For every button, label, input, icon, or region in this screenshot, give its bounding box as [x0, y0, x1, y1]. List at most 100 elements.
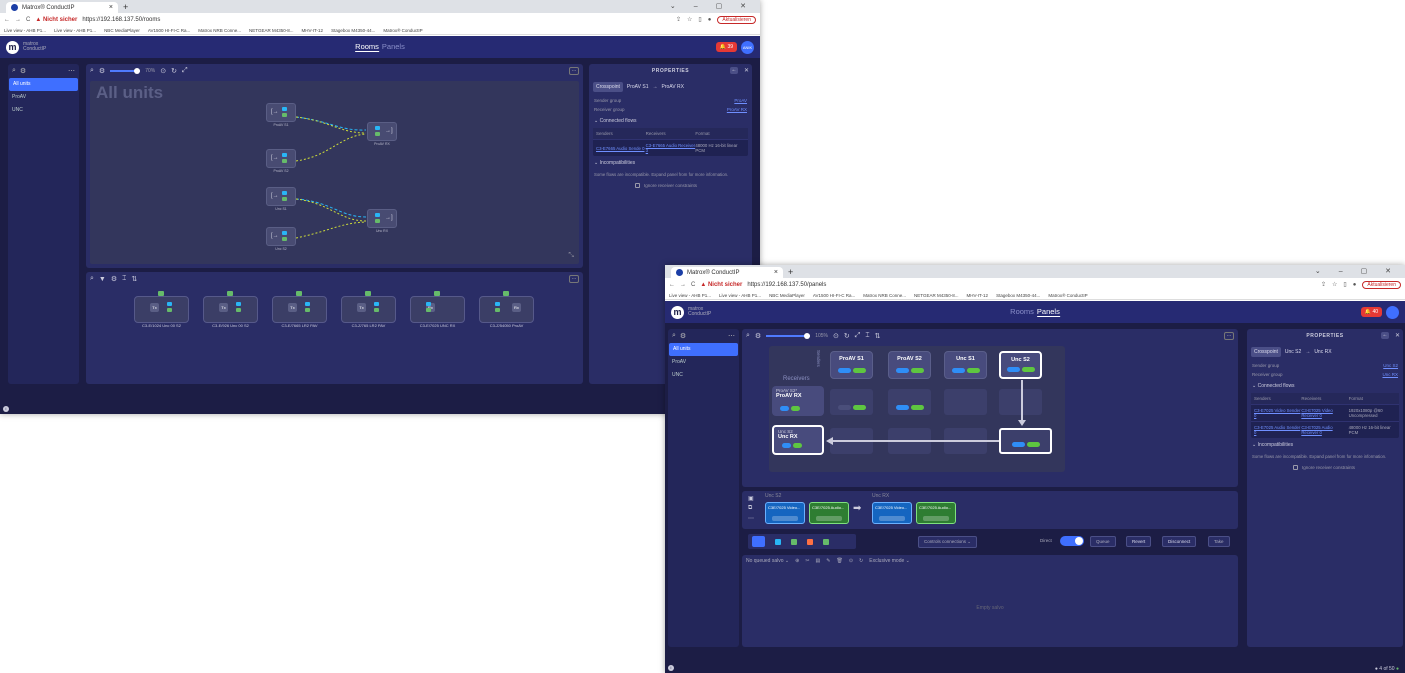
flow-audio-sender[interactable]: C3E/7025 Audio...: [809, 502, 849, 524]
bookmark-item[interactable]: NETGEAR M4350-8...: [249, 28, 294, 33]
take-button[interactable]: Take: [1208, 536, 1230, 547]
view-mode-toggle[interactable]: [748, 534, 856, 549]
back-icon[interactable]: ←: [1381, 332, 1389, 339]
receiver-group-link[interactable]: Unc RX: [1382, 372, 1398, 377]
sidebar-item-proav[interactable]: ProAV: [8, 91, 79, 104]
close-tab-icon[interactable]: ×: [774, 269, 778, 276]
queue-button[interactable]: Queue: [1090, 536, 1116, 547]
sidebar-item-all-units[interactable]: All units: [669, 343, 738, 356]
copy-icon[interactable]: ⧉: [748, 505, 752, 512]
incompatibilities-header[interactable]: ⌄ Incompatibilities: [589, 156, 752, 170]
star-icon[interactable]: ☆: [1332, 281, 1337, 288]
salvo-dropdown[interactable]: No queued salvo ⌄: [746, 558, 789, 564]
search-icon[interactable]: ⌕: [746, 332, 750, 340]
layout-icon[interactable]: ⌶: [865, 332, 869, 340]
sidepanel-icon[interactable]: ▯: [698, 16, 701, 23]
fullscreen-icon[interactable]: ⤡: [568, 252, 574, 260]
bookmark-item[interactable]: NETGEAR M4350-8...: [914, 293, 959, 298]
exclusive-dropdown[interactable]: Exclusive mode ⌄: [869, 558, 910, 564]
sender-group-link[interactable]: ProAV: [734, 98, 747, 103]
filter-icon[interactable]: ▼: [99, 276, 106, 283]
play-icon[interactable]: ⊙: [849, 558, 853, 564]
node-unc-rx[interactable]: →] Unc RX: [367, 209, 397, 233]
new-tab-button[interactable]: +: [123, 2, 128, 13]
settings-icon[interactable]: ⚙: [111, 275, 117, 283]
delete-icon[interactable]: 🗑: [836, 558, 842, 564]
unit-card[interactable]: Rx C3-Z/54050 ProAV: [479, 291, 534, 328]
address-bar[interactable]: ← → C ▲ Nicht sicher https://192.168.137.5…: [0, 13, 760, 26]
reload-icon[interactable]: C: [26, 17, 30, 23]
node-proav-rx[interactable]: →] ProAV RX: [367, 122, 397, 146]
zoom-slider[interactable]: [766, 333, 811, 339]
sidebar-item-unc[interactable]: UNC: [8, 104, 79, 117]
sort-icon[interactable]: ⇅: [875, 332, 881, 340]
info-icon[interactable]: i: [3, 406, 9, 412]
add-icon[interactable]: ⊕: [795, 558, 799, 564]
edit-icon[interactable]: ✎: [826, 558, 830, 564]
sender-link[interactable]: C3-E7025 Video Sender 0: [1254, 408, 1301, 418]
refresh-icon[interactable]: ↻: [844, 332, 850, 340]
refresh-icon[interactable]: ↻: [859, 558, 863, 564]
settings-icon[interactable]: ⚙: [99, 67, 105, 75]
bookmark-item[interactable]: Live view - AHB P1...: [669, 293, 711, 298]
panel-menu-button[interactable]: …: [1224, 332, 1234, 340]
unit-card[interactable]: Tx C3-E/1024 Unc 00 S2: [134, 291, 189, 328]
forward-icon[interactable]: →: [15, 17, 21, 23]
sidebar-item-all-units[interactable]: All units: [9, 78, 78, 91]
video-filter-icon[interactable]: [775, 538, 781, 545]
bookmark-item[interactable]: Live view - AHB P1...: [54, 28, 96, 33]
close-tab-icon[interactable]: ×: [109, 4, 113, 11]
forward-icon[interactable]: →: [680, 282, 686, 288]
audio-filter-icon[interactable]: [791, 538, 797, 545]
zoom-slider[interactable]: [110, 68, 141, 74]
expand-icon[interactable]: ▣: [748, 495, 754, 502]
settings-icon[interactable]: ⚙: [755, 332, 761, 340]
ignore-constraints-checkbox[interactable]: Ignore receiver constraints: [589, 179, 752, 188]
fit-icon[interactable]: ⤢: [855, 332, 861, 340]
info-icon[interactable]: i: [668, 665, 674, 671]
search-icon[interactable]: ⌕: [672, 332, 676, 340]
ignore-constraints-checkbox[interactable]: Ignore receiver constraints: [1247, 461, 1403, 470]
fit-icon[interactable]: ⤢: [182, 67, 188, 75]
flow-audio-receiver[interactable]: C3E/7025 Audio...: [916, 502, 956, 524]
bookmark-item[interactable]: Live view - AHB P1...: [4, 28, 46, 33]
refresh-icon[interactable]: ↻: [171, 67, 177, 75]
bookmark-item[interactable]: Matrox NRB Conne...: [198, 28, 241, 33]
sender-link[interactable]: C3-E7665 Audio Sende 0: [596, 146, 645, 151]
update-button[interactable]: Aktualisieren: [717, 15, 756, 24]
back-icon[interactable]: ←: [730, 67, 738, 74]
receiver-link[interactable]: C3-E7025 Video Receiver 0: [1301, 408, 1332, 418]
bookmark-item[interactable]: Matrox® ConductIP: [1048, 293, 1087, 298]
grid-view-icon[interactable]: [752, 536, 765, 547]
profile-icon[interactable]: ●: [708, 17, 712, 23]
back-icon[interactable]: ←: [669, 282, 675, 288]
sort-icon[interactable]: ⇅: [131, 275, 137, 283]
receiver-link[interactable]: C3-E7665 Audio Receiver 3: [646, 143, 695, 153]
node-unc-s1[interactable]: [→ Unc S1: [266, 187, 296, 211]
node-proav-s1[interactable]: [→ ProAV S1: [266, 103, 296, 127]
reload-icon[interactable]: C: [691, 282, 695, 288]
direct-toggle[interactable]: [1060, 536, 1084, 546]
search-icon[interactable]: ⌕: [90, 275, 94, 283]
settings-icon[interactable]: ⚙: [20, 67, 26, 75]
more-icon[interactable]: ⋯: [728, 332, 735, 340]
address-bar[interactable]: ← → C ▲ Nicht sicher https://192.168.137.5…: [665, 278, 1405, 291]
browser-tab[interactable]: Matrox® ConductIP ×: [671, 267, 783, 278]
unit-card[interactable]: RxC3-E/7025 UNC RX: [410, 291, 465, 328]
nav-rooms[interactable]: Rooms: [1010, 307, 1034, 317]
avatar[interactable]: ANIK: [741, 40, 754, 54]
bookmark-item[interactable]: Stagebox M4350-44...: [996, 293, 1040, 298]
bookmark-item[interactable]: MHV-IT-12: [967, 293, 989, 298]
close-icon[interactable]: ✕: [1395, 332, 1400, 339]
share-icon[interactable]: ⇪: [1321, 281, 1326, 288]
unit-card[interactable]: Tx C3-E/7665 LR2 PAV: [272, 291, 327, 328]
unit-card[interactable]: Tx C3-E/926 Unc 00 S2: [203, 291, 258, 328]
bookmark-item[interactable]: Matrox NRB Conne...: [863, 293, 906, 298]
sidebar-item-proav[interactable]: ProAV: [668, 356, 739, 369]
profile-icon[interactable]: ●: [1353, 282, 1357, 288]
topology-canvas[interactable]: All units [→ ProAV S1 →] ProAV RX [→ ProAV …: [90, 81, 579, 264]
nav-panels[interactable]: Panels: [382, 42, 405, 52]
bookmark-item[interactable]: AV1500 HI-FI-C Ra...: [813, 293, 855, 298]
settings-icon[interactable]: ⚙: [680, 332, 686, 340]
share-icon[interactable]: ⇪: [676, 16, 681, 23]
